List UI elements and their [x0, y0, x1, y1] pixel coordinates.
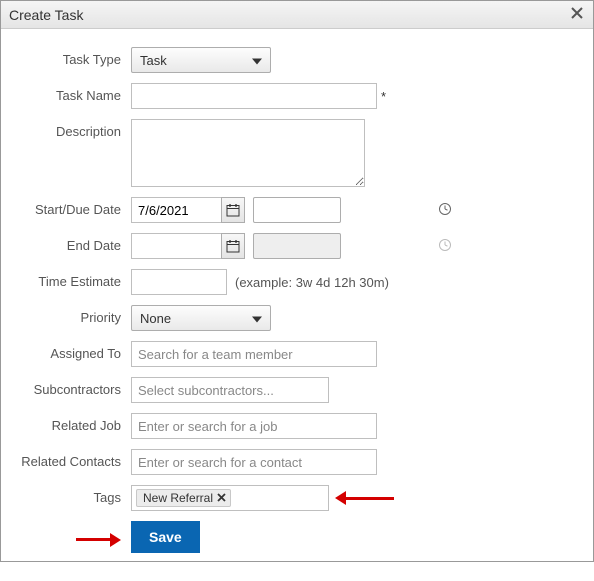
- end-time-input: [254, 235, 438, 257]
- chevron-down-icon: [252, 311, 262, 326]
- close-icon: [217, 491, 226, 505]
- annotation-arrow-save: [76, 533, 121, 547]
- end-time-picker-button: [438, 235, 452, 257]
- tag-chip: New Referral: [136, 489, 231, 507]
- clock-icon: [438, 202, 452, 219]
- chevron-down-icon: [252, 53, 262, 68]
- label-related-job: Related Job: [19, 413, 131, 433]
- start-date-picker-button[interactable]: [221, 197, 245, 223]
- label-assigned-to: Assigned To: [19, 341, 131, 361]
- assigned-to-input[interactable]: [131, 341, 377, 367]
- end-date-picker-button[interactable]: [221, 233, 245, 259]
- task-type-select[interactable]: Task: [131, 47, 271, 73]
- label-priority: Priority: [19, 305, 131, 325]
- label-description: Description: [19, 119, 131, 139]
- related-contacts-input[interactable]: [131, 449, 377, 475]
- annotation-arrow-tags: [335, 491, 394, 505]
- subcontractors-input[interactable]: [131, 377, 329, 403]
- required-mark: *: [381, 89, 386, 104]
- tags-input[interactable]: New Referral: [131, 485, 329, 511]
- priority-value: None: [140, 311, 171, 326]
- start-time-picker-button[interactable]: [438, 199, 452, 221]
- time-estimate-hint: (example: 3w 4d 12h 30m): [235, 275, 389, 290]
- start-time-wrapper: [253, 197, 341, 223]
- related-job-input[interactable]: [131, 413, 377, 439]
- end-date-input[interactable]: [131, 233, 221, 259]
- label-related-contacts: Related Contacts: [19, 449, 131, 469]
- calendar-icon: [226, 239, 240, 253]
- label-subcontractors: Subcontractors: [19, 377, 131, 397]
- label-start-due: Start/Due Date: [19, 197, 131, 217]
- label-task-name: Task Name: [19, 83, 131, 103]
- close-button[interactable]: [569, 7, 585, 23]
- calendar-icon: [226, 203, 240, 217]
- start-time-input[interactable]: [254, 199, 438, 221]
- task-type-value: Task: [140, 53, 167, 68]
- dialog-title: Create Task: [9, 7, 569, 23]
- label-end-date: End Date: [19, 233, 131, 253]
- dialog-body: Task Type Task Task Name * Description S…: [1, 29, 593, 581]
- dialog-titlebar: Create Task: [1, 1, 593, 29]
- tag-remove-button[interactable]: [217, 491, 226, 505]
- start-date-input[interactable]: [131, 197, 221, 223]
- label-time-estimate: Time Estimate: [19, 269, 131, 289]
- close-icon: [571, 6, 583, 23]
- task-name-input[interactable]: [131, 83, 377, 109]
- create-task-dialog: Create Task Task Type Task Task Name *: [0, 0, 594, 562]
- save-button[interactable]: Save: [131, 521, 200, 553]
- description-textarea[interactable]: [131, 119, 365, 187]
- end-time-wrapper: [253, 233, 341, 259]
- priority-select[interactable]: None: [131, 305, 271, 331]
- tag-label: New Referral: [143, 491, 213, 505]
- label-task-type: Task Type: [19, 47, 131, 67]
- clock-icon: [438, 238, 452, 255]
- time-estimate-input[interactable]: [131, 269, 227, 295]
- label-tags: Tags: [19, 485, 131, 505]
